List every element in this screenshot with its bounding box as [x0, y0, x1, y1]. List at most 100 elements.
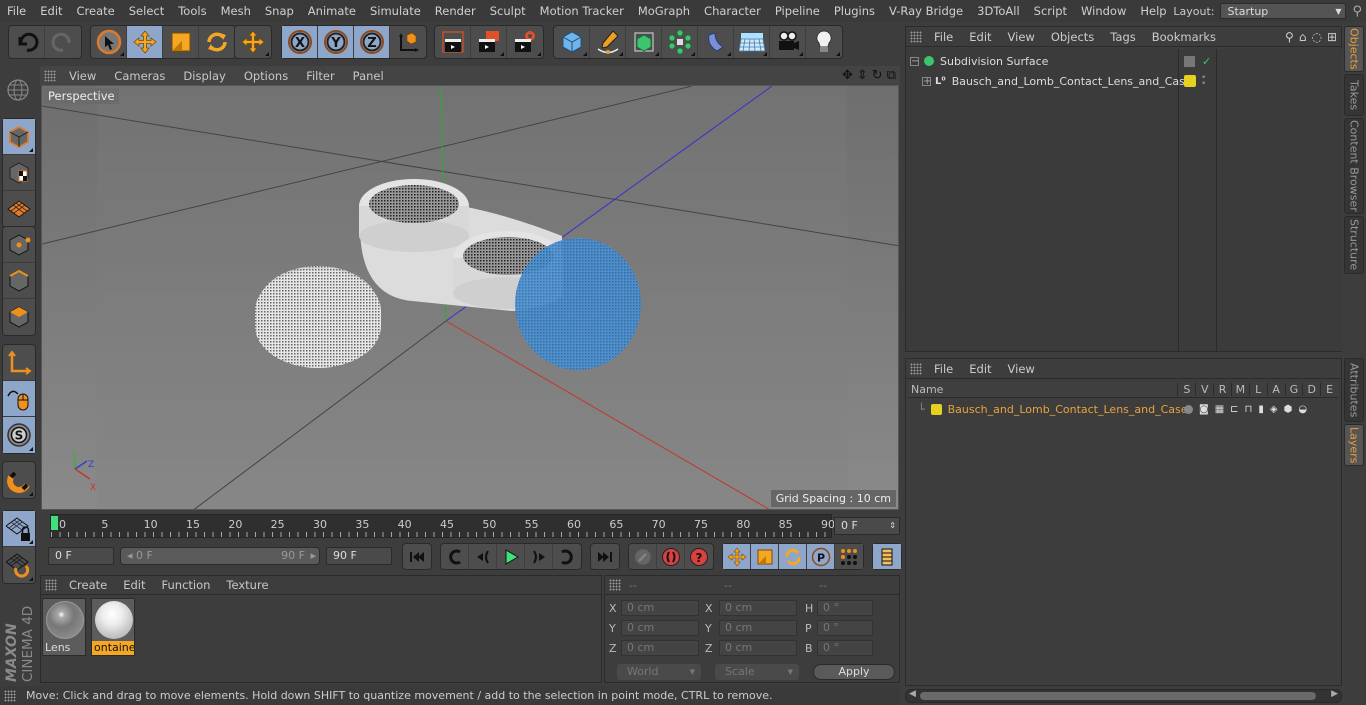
expand-icon[interactable]: +	[922, 76, 931, 86]
viewport-menu-view[interactable]: View	[60, 69, 105, 83]
tab-attributes[interactable]: Attributes	[1344, 358, 1364, 422]
layers-menu-view[interactable]: View	[1000, 362, 1043, 376]
menu-character[interactable]: Character	[697, 4, 768, 18]
live-selection-button[interactable]	[91, 26, 127, 58]
timeline-ruler[interactable]: 0 5 10 15 20 25 30 35 40 45 50 55 60 65 70 75 80 85 90	[50, 514, 835, 538]
coordinate-mode-dropdown[interactable]: World ▼	[617, 664, 701, 680]
column-generators[interactable]: G	[1284, 383, 1303, 396]
expression-icon[interactable]: ◒	[1298, 404, 1307, 415]
menu-snap[interactable]: Snap	[258, 4, 301, 18]
model-mode-button[interactable]	[3, 119, 35, 155]
recent-move-button[interactable]	[235, 26, 271, 58]
layers-menu-edit[interactable]: Edit	[961, 362, 999, 376]
objects-menu-tags[interactable]: Tags	[1102, 30, 1143, 44]
coord-value-field[interactable]: 0 °	[817, 640, 873, 656]
menu-animate[interactable]: Animate	[301, 4, 363, 18]
3d-viewport[interactable]: Y Z X Perspective Grid Spacing : 10 cm	[41, 85, 899, 510]
column-deformers[interactable]: D	[1302, 383, 1320, 396]
orbit-view-icon[interactable]: ↻	[872, 68, 883, 83]
enable-snap-button[interactable]	[3, 462, 35, 498]
material-menu-function[interactable]: Function	[154, 578, 219, 592]
panel-grip[interactable]	[910, 30, 922, 43]
tab-structure[interactable]: Structure	[1344, 216, 1364, 274]
autokey-button[interactable]	[629, 544, 657, 569]
menu-tools[interactable]: Tools	[171, 4, 213, 18]
lock-workplane-button[interactable]	[3, 511, 35, 547]
menu-plugins[interactable]: Plugins	[827, 4, 882, 18]
menu-pipeline[interactable]: Pipeline	[768, 4, 827, 18]
workplane-mode-button[interactable]	[3, 191, 35, 227]
end-frame-field[interactable]: 90 F	[326, 547, 392, 565]
collapse-icon[interactable]: −	[910, 56, 919, 66]
scroll-left-icon[interactable]: ◀	[909, 689, 916, 699]
panel-grip[interactable]	[44, 69, 56, 82]
current-frame-field[interactable]: 0 F ⇕	[834, 517, 900, 535]
record-keyframe-button[interactable]	[657, 544, 685, 569]
material-swatch-lens[interactable]: Lens	[42, 598, 86, 656]
objects-menu-edit[interactable]: Edit	[961, 30, 999, 44]
next-key-button[interactable]	[553, 544, 581, 569]
object-row-subdivision-surface[interactable]: − Subdivision Surface ✓	[906, 51, 1342, 71]
cloner-button[interactable]	[662, 26, 698, 58]
column-animation[interactable]: A	[1266, 383, 1285, 396]
key-scale-button[interactable]	[751, 544, 779, 569]
subdivision-surface-button[interactable]	[626, 26, 662, 58]
layers-menu-file[interactable]: File	[926, 362, 961, 376]
floor-button[interactable]	[734, 26, 770, 58]
coord-value-field[interactable]: 0 cm	[719, 640, 797, 656]
objects-menu-view[interactable]: View	[1000, 30, 1043, 44]
coord-value-field[interactable]: 0 °	[817, 600, 873, 616]
coord-value-field[interactable]: 0 cm	[621, 640, 699, 656]
new-window-icon[interactable]: ⊞	[1327, 30, 1337, 44]
column-locked[interactable]: L	[1248, 383, 1267, 396]
objects-menu-file[interactable]: File	[926, 30, 961, 44]
deformer-button[interactable]	[698, 26, 734, 58]
z-axis-lock-button[interactable]: Z	[354, 26, 390, 58]
previous-frame-button[interactable]	[469, 544, 497, 569]
x-axis-lock-button[interactable]: X	[282, 26, 318, 58]
viewport-menu-cameras[interactable]: Cameras	[105, 69, 174, 83]
layout-dropdown[interactable]: Startup ▼	[1220, 3, 1347, 19]
points-mode-button[interactable]	[3, 227, 35, 263]
make-editable-button[interactable]	[2, 72, 34, 108]
menu-script[interactable]: Script	[1027, 4, 1074, 18]
layer-name[interactable]: Bausch_and_Lomb_Contact_Lens_and_Case	[948, 403, 1188, 416]
layer-color-swatch[interactable]	[1184, 75, 1196, 87]
tab-objects[interactable]: Objects	[1344, 26, 1364, 72]
layer-horizontal-scrollbar[interactable]: ◀ ▶	[905, 689, 1342, 703]
eye-icon[interactable]: ◌	[1311, 30, 1321, 44]
objects-menu-objects[interactable]: Objects	[1043, 30, 1102, 44]
tab-content-browser[interactable]: Content Browser	[1344, 118, 1364, 214]
undo-button[interactable]	[9, 26, 45, 58]
maximize-view-icon[interactable]: ⧉	[887, 68, 896, 83]
column-expressions[interactable]: E	[1320, 383, 1338, 396]
column-name[interactable]: Name	[908, 383, 1177, 396]
menu-select[interactable]: Select	[122, 4, 171, 18]
render-settings-button[interactable]	[507, 26, 543, 58]
view-eye-icon[interactable]: ◙	[1199, 404, 1209, 415]
viewport-menu-display[interactable]: Display	[174, 69, 234, 83]
coord-value-field[interactable]: 0 cm	[719, 620, 797, 636]
texture-mode-button[interactable]	[3, 155, 35, 191]
material-menu-edit[interactable]: Edit	[115, 578, 153, 592]
panel-grip[interactable]	[45, 579, 57, 591]
home-icon[interactable]: ⌂	[1299, 30, 1307, 44]
panel-grip[interactable]	[910, 362, 922, 375]
start-frame-field[interactable]: 0 F	[48, 547, 114, 565]
search-icon[interactable]: ⚲	[1352, 4, 1362, 19]
range-right-arrow-icon[interactable]: ▸	[310, 548, 316, 564]
viewport-menu-filter[interactable]: Filter	[297, 69, 343, 83]
align-workplane-button[interactable]	[3, 547, 35, 583]
coordinate-system-button[interactable]	[390, 26, 426, 58]
deformer-icon[interactable]: ⬢	[1284, 404, 1293, 415]
menu-3dtoall[interactable]: 3DToAll	[970, 4, 1027, 18]
panel-grip[interactable]	[4, 689, 16, 702]
go-to-end-button[interactable]	[591, 544, 619, 569]
viewport-menu-options[interactable]: Options	[235, 69, 297, 83]
column-render[interactable]: R	[1213, 383, 1231, 396]
axis-mode-button[interactable]	[3, 345, 35, 381]
move-tool-button[interactable]	[127, 26, 163, 58]
previous-key-button[interactable]	[441, 544, 469, 569]
animation-icon[interactable]: ▮	[1258, 404, 1264, 415]
play-button[interactable]	[497, 544, 525, 569]
